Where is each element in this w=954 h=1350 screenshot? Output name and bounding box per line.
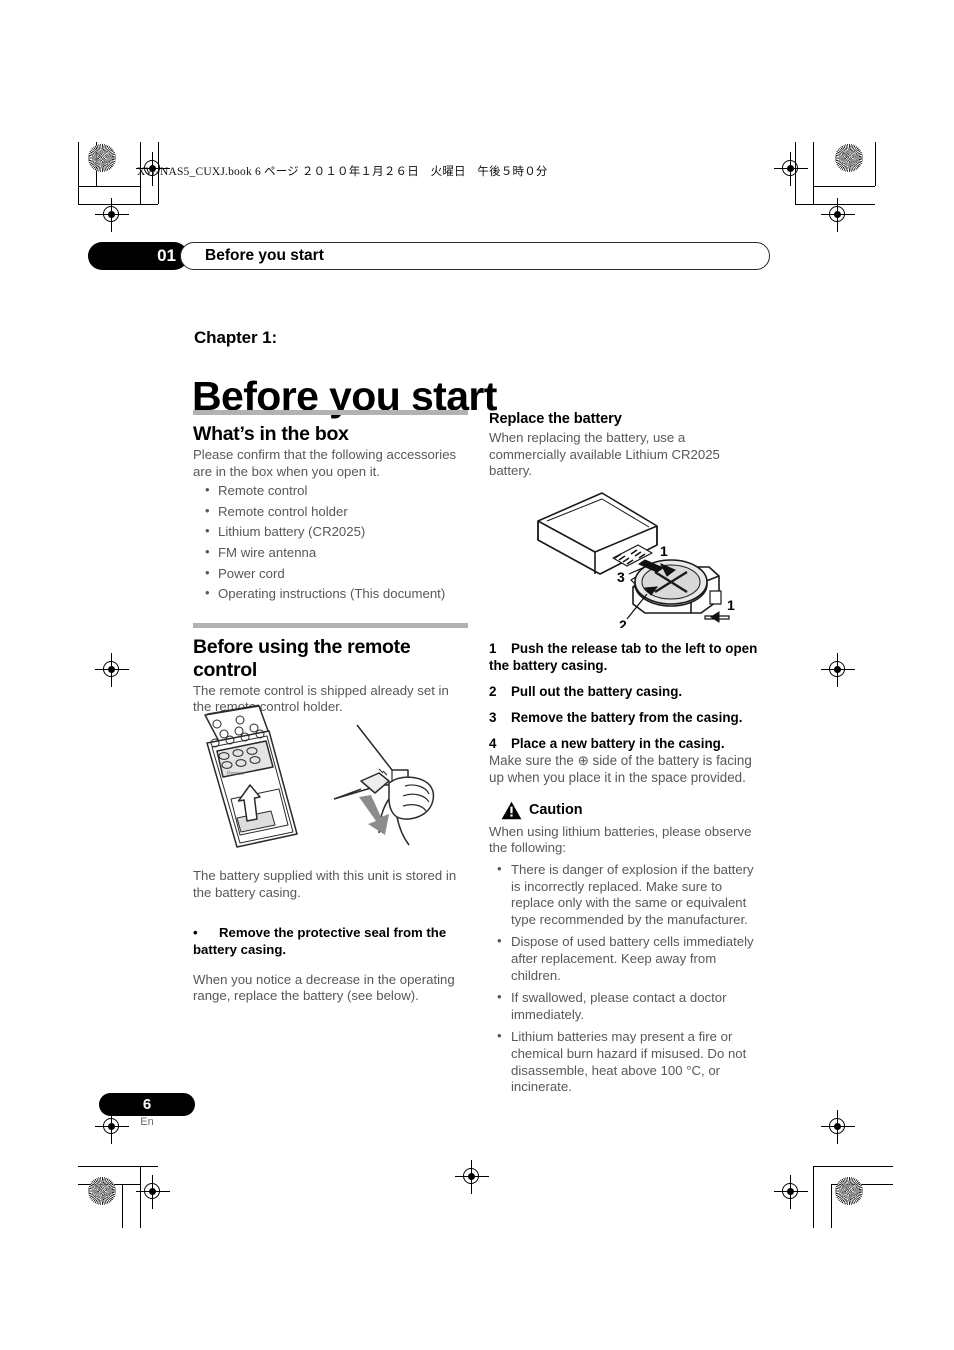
crop-line <box>78 186 140 187</box>
crop-line <box>78 1184 140 1185</box>
list-item: Operating instructions (This document) <box>193 585 468 603</box>
list-item: Remote control <box>193 482 468 500</box>
step-3-text: Remove the battery from the casing. <box>511 709 743 725</box>
rosette-mark <box>88 1177 116 1205</box>
crop-line <box>795 204 875 205</box>
step-2-text: Pull out the battery casing. <box>511 683 683 699</box>
remove-seal-bullet-text: Remove the protective seal from the batt… <box>193 925 447 958</box>
list-item: Lithium batteries may present a fire or … <box>489 1028 764 1095</box>
crop-line <box>875 142 876 186</box>
section-rule <box>193 410 468 415</box>
figure-battery-replacement: 1 3 2 1 <box>505 488 740 633</box>
print-file-info: XW-NAS5_CUXJ.book 6 ページ ２０１０年１月２６日 火曜日 午… <box>137 166 548 178</box>
figure-label-3: 3 <box>617 569 625 585</box>
list-item: Remote control holder <box>193 503 468 521</box>
step-4-note: Make sure the ⊕ side of the battery is f… <box>489 752 752 785</box>
figure-remote-control-and-seal: Pioneer <box>193 703 478 853</box>
step-1-number: 1 <box>489 640 497 656</box>
section-heading-whats-in-the-box: What’s in the box <box>193 423 349 445</box>
page-number-badge: 6 <box>99 1093 195 1116</box>
whats-in-the-box-intro: Please confirm that the following access… <box>193 447 457 479</box>
registration-mark <box>774 152 808 186</box>
chapter-label: Chapter 1: <box>194 328 278 347</box>
registration-mark <box>821 653 855 687</box>
step-1-text: Push the release tab to the left to open… <box>489 640 758 673</box>
crop-line <box>813 186 875 187</box>
list-item: Power cord <box>193 565 468 583</box>
step-4-text: Place a new battery in the casing. <box>511 735 725 751</box>
step-3: 3 Remove the battery from the casing. <box>489 709 764 726</box>
remove-seal-bullet: • Remove the protective seal from the bat… <box>193 925 447 958</box>
battery-stored-note: The battery supplied with this unit is s… <box>193 867 457 900</box>
crop-line <box>813 1166 893 1167</box>
caution-list: There is danger of explosion if the batt… <box>489 861 764 1096</box>
running-header: 01 Before you start <box>88 242 770 270</box>
section-heading-before-using-remote: Before using the remote control <box>193 635 411 681</box>
crop-line <box>813 142 814 204</box>
registration-mark <box>95 653 129 687</box>
crop-line <box>140 1166 141 1228</box>
registration-mark <box>455 1160 489 1194</box>
box-contents-list: Remote control Remote control holder Lit… <box>193 482 468 603</box>
registration-mark <box>774 1175 808 1209</box>
caution-intro: When using lithium batteries, please obs… <box>489 823 752 856</box>
registration-mark <box>95 198 129 232</box>
step-1: 1 Push the release tab to the left to ope… <box>489 640 764 674</box>
step-2: 2 Pull out the battery casing. <box>489 683 764 700</box>
section-heading-replace-the-battery: Replace the battery <box>489 411 622 427</box>
running-header-chapter-number: 01 <box>88 242 188 270</box>
crop-line <box>78 204 158 205</box>
rosette-mark <box>835 1177 863 1205</box>
figure-label-2: 2 <box>619 617 627 628</box>
step-4: 4 Place a new battery in the casing. Make… <box>489 735 764 786</box>
page-language-code: En <box>140 1116 154 1128</box>
warning-triangle-icon <box>501 801 522 819</box>
caution-label: Caution <box>529 801 583 818</box>
crop-line <box>813 1166 814 1228</box>
step-3-number: 3 <box>489 709 497 725</box>
remove-seal-note: When you notice a decrease in the operat… <box>193 971 455 1004</box>
crop-line <box>831 1184 832 1228</box>
step-4-number: 4 <box>489 735 497 751</box>
rosette-mark <box>835 144 863 172</box>
crop-line <box>78 142 79 204</box>
caution-heading: Caution <box>489 801 764 820</box>
list-item: FM wire antenna <box>193 544 468 562</box>
crop-line <box>96 142 97 186</box>
brand-mark-text: Pioneer <box>227 771 245 777</box>
list-item: If swallowed, please contact a doctor im… <box>489 989 764 1023</box>
figure-label-1-top: 1 <box>660 543 668 559</box>
rosette-mark <box>88 144 116 172</box>
list-item: Lithium battery (CR2025) <box>193 523 468 541</box>
crop-line <box>78 1166 158 1167</box>
registration-mark <box>821 1110 855 1144</box>
section-rule <box>193 622 468 628</box>
print-registration-marks <box>0 0 954 1350</box>
crop-line <box>795 142 796 204</box>
step-2-number: 2 <box>489 683 497 699</box>
crop-line <box>122 1184 123 1228</box>
figure-label-1-right: 1 <box>727 597 735 613</box>
crop-line <box>831 1184 893 1185</box>
registration-mark <box>821 198 855 232</box>
running-header-chapter-title: Before you start <box>180 242 770 270</box>
replace-battery-intro: When replacing the battery, use a commer… <box>489 430 720 479</box>
list-item: Dispose of used battery cells immediatel… <box>489 933 764 984</box>
list-item: There is danger of explosion if the batt… <box>489 861 764 928</box>
registration-mark <box>136 1175 170 1209</box>
